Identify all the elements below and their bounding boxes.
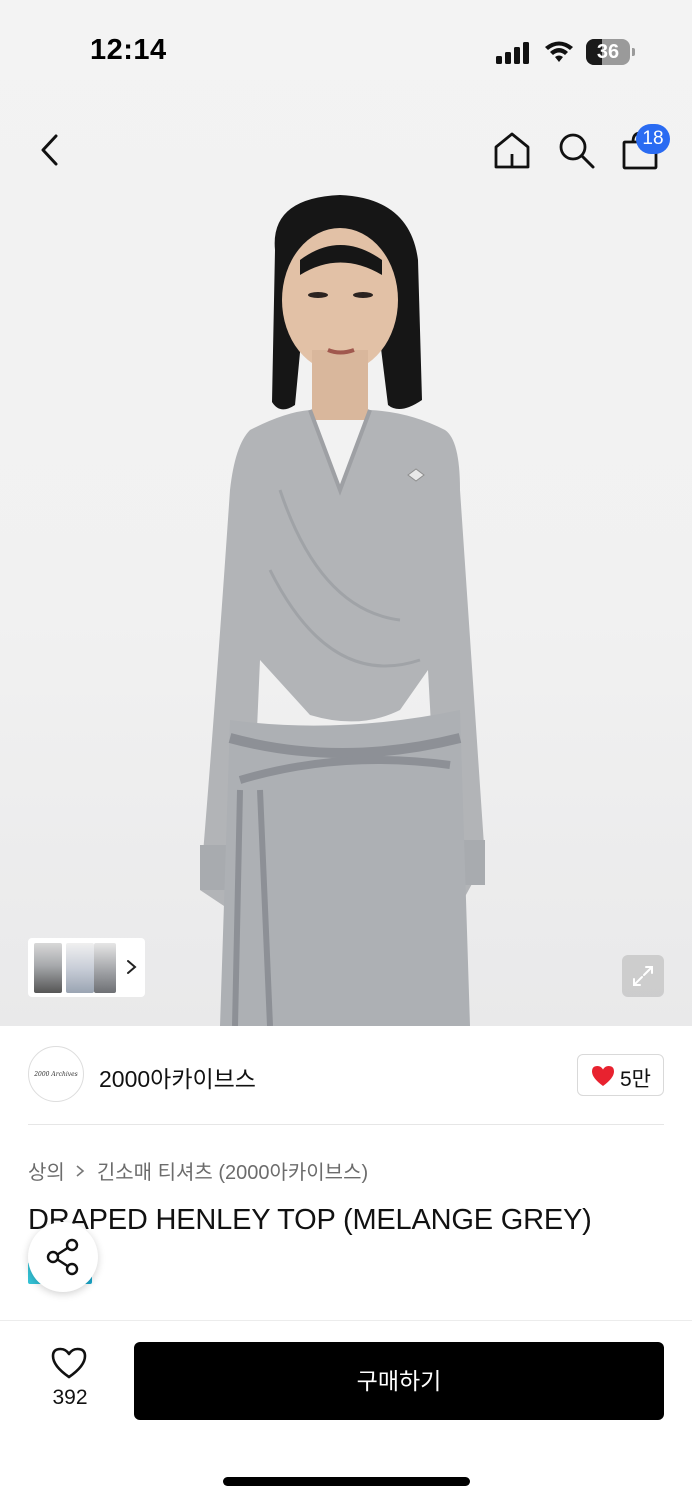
thumbnail-strip[interactable] (28, 938, 145, 997)
thumbnail-1[interactable] (34, 943, 62, 993)
thumbnail-3[interactable] (94, 943, 116, 993)
expand-image-button[interactable] (622, 955, 664, 997)
brand-like-button[interactable]: 5만 (577, 1054, 664, 1096)
brand-row[interactable]: 2000 Archives 2000아카이브스 5만 (0, 1026, 692, 1126)
status-time: 12:14 (90, 34, 167, 66)
buy-button[interactable]: 구매하기 (134, 1342, 664, 1420)
heart-outline-icon[interactable] (50, 1345, 88, 1381)
share-icon (46, 1238, 79, 1276)
chevron-right-icon[interactable] (124, 952, 140, 982)
home-icon[interactable] (492, 130, 532, 170)
breadcrumb: 상의 긴소매 티셔츠 (2000아카이브스) (28, 1156, 368, 1185)
share-button[interactable] (28, 1222, 98, 1292)
breadcrumb-item-category[interactable]: 상의 (28, 1156, 65, 1185)
thumbnail-2[interactable] (66, 943, 94, 993)
status-bar: 12:14 36 (0, 0, 692, 100)
battery-icon: 36 (586, 39, 636, 65)
battery-level: 36 (596, 41, 620, 63)
wifi-icon (545, 41, 573, 62)
product-photo-model (200, 195, 485, 1026)
bottom-action-bar: 392 구매하기 (0, 1320, 692, 1500)
product-title: DRAPED HENLEY TOP (MELANGE GREY) (28, 1204, 592, 1236)
brand-logo[interactable]: 2000 Archives (28, 1046, 84, 1102)
search-icon[interactable] (556, 130, 596, 170)
wish-count: 392 (52, 1386, 88, 1409)
cellular-signal-icon (496, 42, 529, 64)
chevron-left-icon[interactable] (34, 130, 68, 170)
chevron-right-icon (76, 1164, 85, 1177)
brand-name[interactable]: 2000아카이브스 (99, 1060, 256, 1094)
brand-like-count: 5만 (620, 1068, 651, 1091)
expand-icon (633, 966, 653, 986)
heart-filled-icon (592, 1066, 614, 1086)
breadcrumb-item-subcategory[interactable]: 긴소매 티셔츠 (2000아카이브스) (97, 1156, 368, 1185)
divider (28, 1124, 664, 1125)
cart-count-badge: 18 (636, 124, 670, 154)
home-indicator (223, 1477, 470, 1486)
